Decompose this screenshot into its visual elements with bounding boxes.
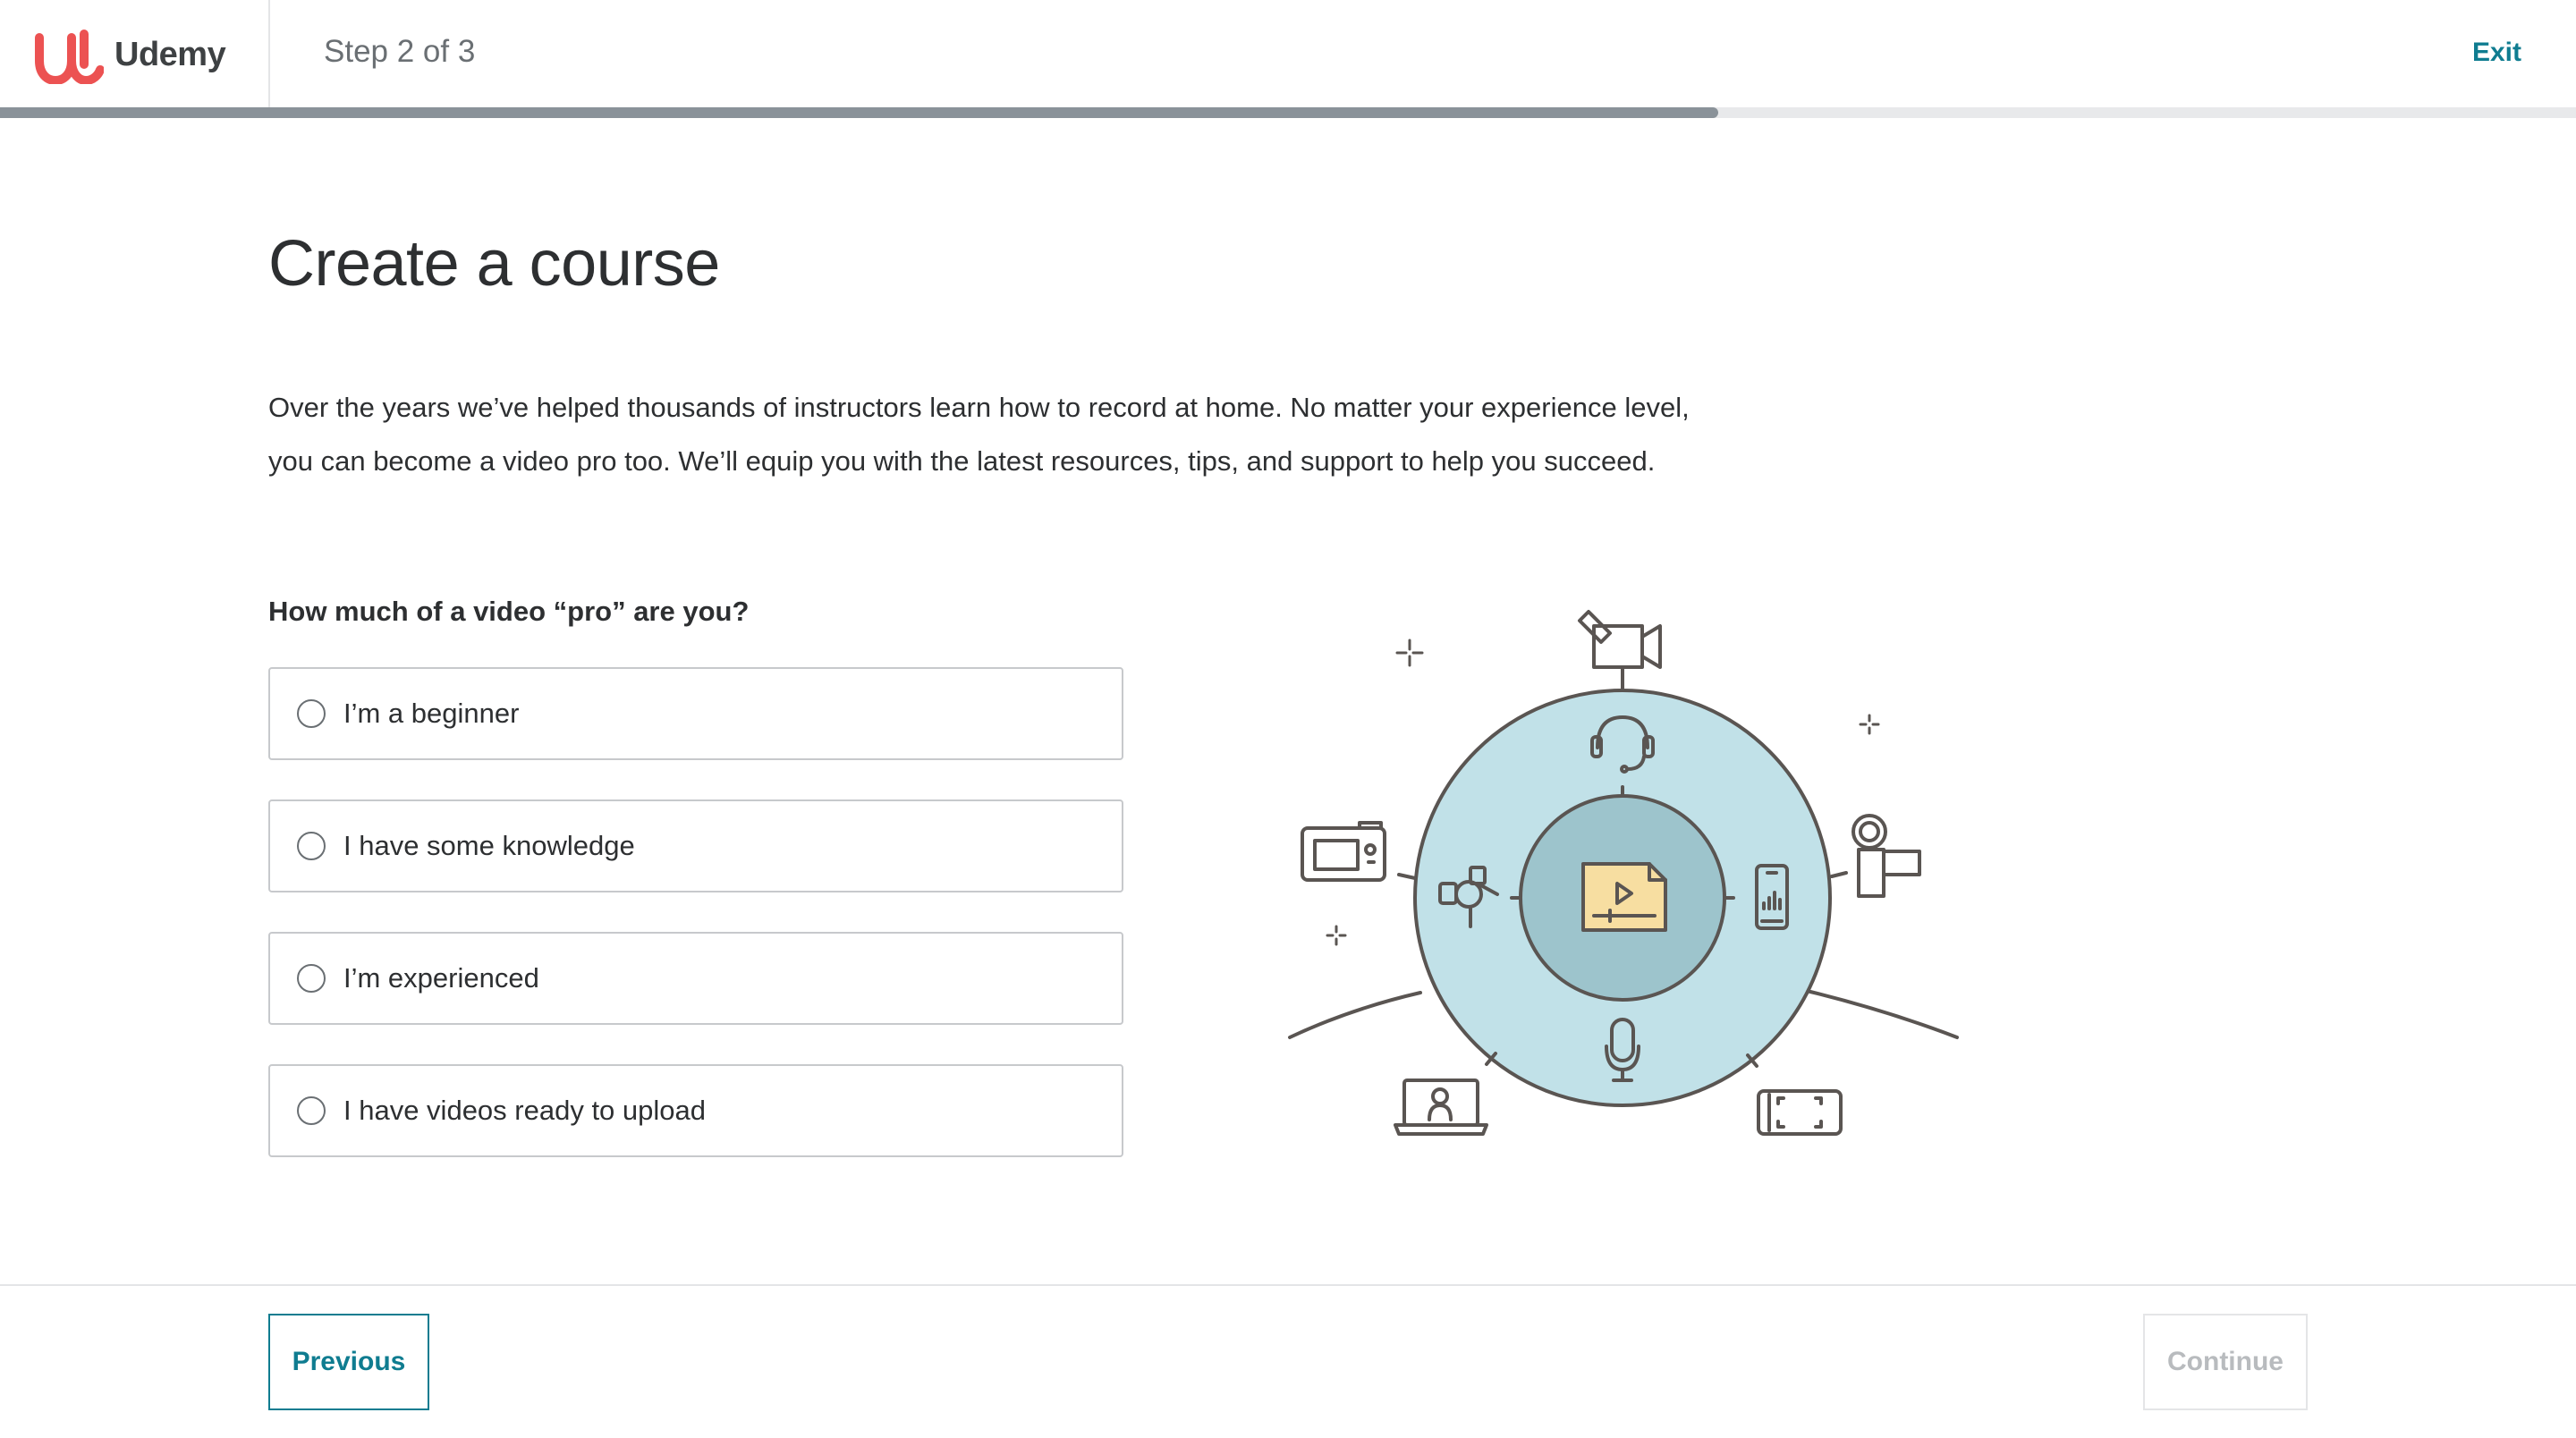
video-file-icon: [1581, 862, 1667, 932]
step-indicator: Step 2 of 3: [324, 34, 476, 69]
handycam-icon: [1852, 814, 1921, 898]
option-label: I’m experienced: [343, 962, 539, 994]
udemy-logo-icon: [35, 30, 104, 84]
option-label: I have some knowledge: [343, 830, 635, 861]
video-camera-icon: [1578, 610, 1662, 690]
progress-bar-fill: [0, 107, 1718, 118]
laptop-icon: [1394, 1078, 1488, 1136]
footer-divider: [0, 1284, 2576, 1286]
header-divider: [268, 0, 270, 107]
top-header: Udemy Step 2 of 3 Exit: [0, 0, 2576, 107]
exit-link[interactable]: Exit: [2472, 38, 2521, 68]
radio-button[interactable]: [297, 964, 326, 993]
tablet-icon: [1757, 1089, 1843, 1136]
option-videos-ready[interactable]: I have videos ready to upload: [268, 1064, 1123, 1157]
radio-button[interactable]: [297, 699, 326, 728]
continue-button[interactable]: Continue: [2143, 1314, 2308, 1410]
option-label: I have videos ready to upload: [343, 1095, 706, 1126]
option-label: I’m a beginner: [343, 698, 520, 729]
radio-button[interactable]: [297, 832, 326, 860]
video-pro-illustration: [1288, 610, 1959, 1136]
udemy-logo[interactable]: Udemy: [34, 23, 226, 86]
question-label: How much of a video “pro” are you?: [268, 596, 750, 627]
option-beginner[interactable]: I’m a beginner: [268, 667, 1123, 760]
radio-button[interactable]: [297, 1096, 326, 1125]
brand-name: Udemy: [114, 35, 226, 73]
camera-icon: [1301, 821, 1386, 882]
page-title: Create a course: [268, 228, 720, 300]
option-some-knowledge[interactable]: I have some knowledge: [268, 799, 1123, 892]
option-experienced[interactable]: I’m experienced: [268, 932, 1123, 1025]
page-description: Over the years we’ve helped thousands of…: [268, 392, 1690, 477]
previous-button[interactable]: Previous: [268, 1314, 429, 1410]
progress-bar: [0, 107, 2576, 118]
